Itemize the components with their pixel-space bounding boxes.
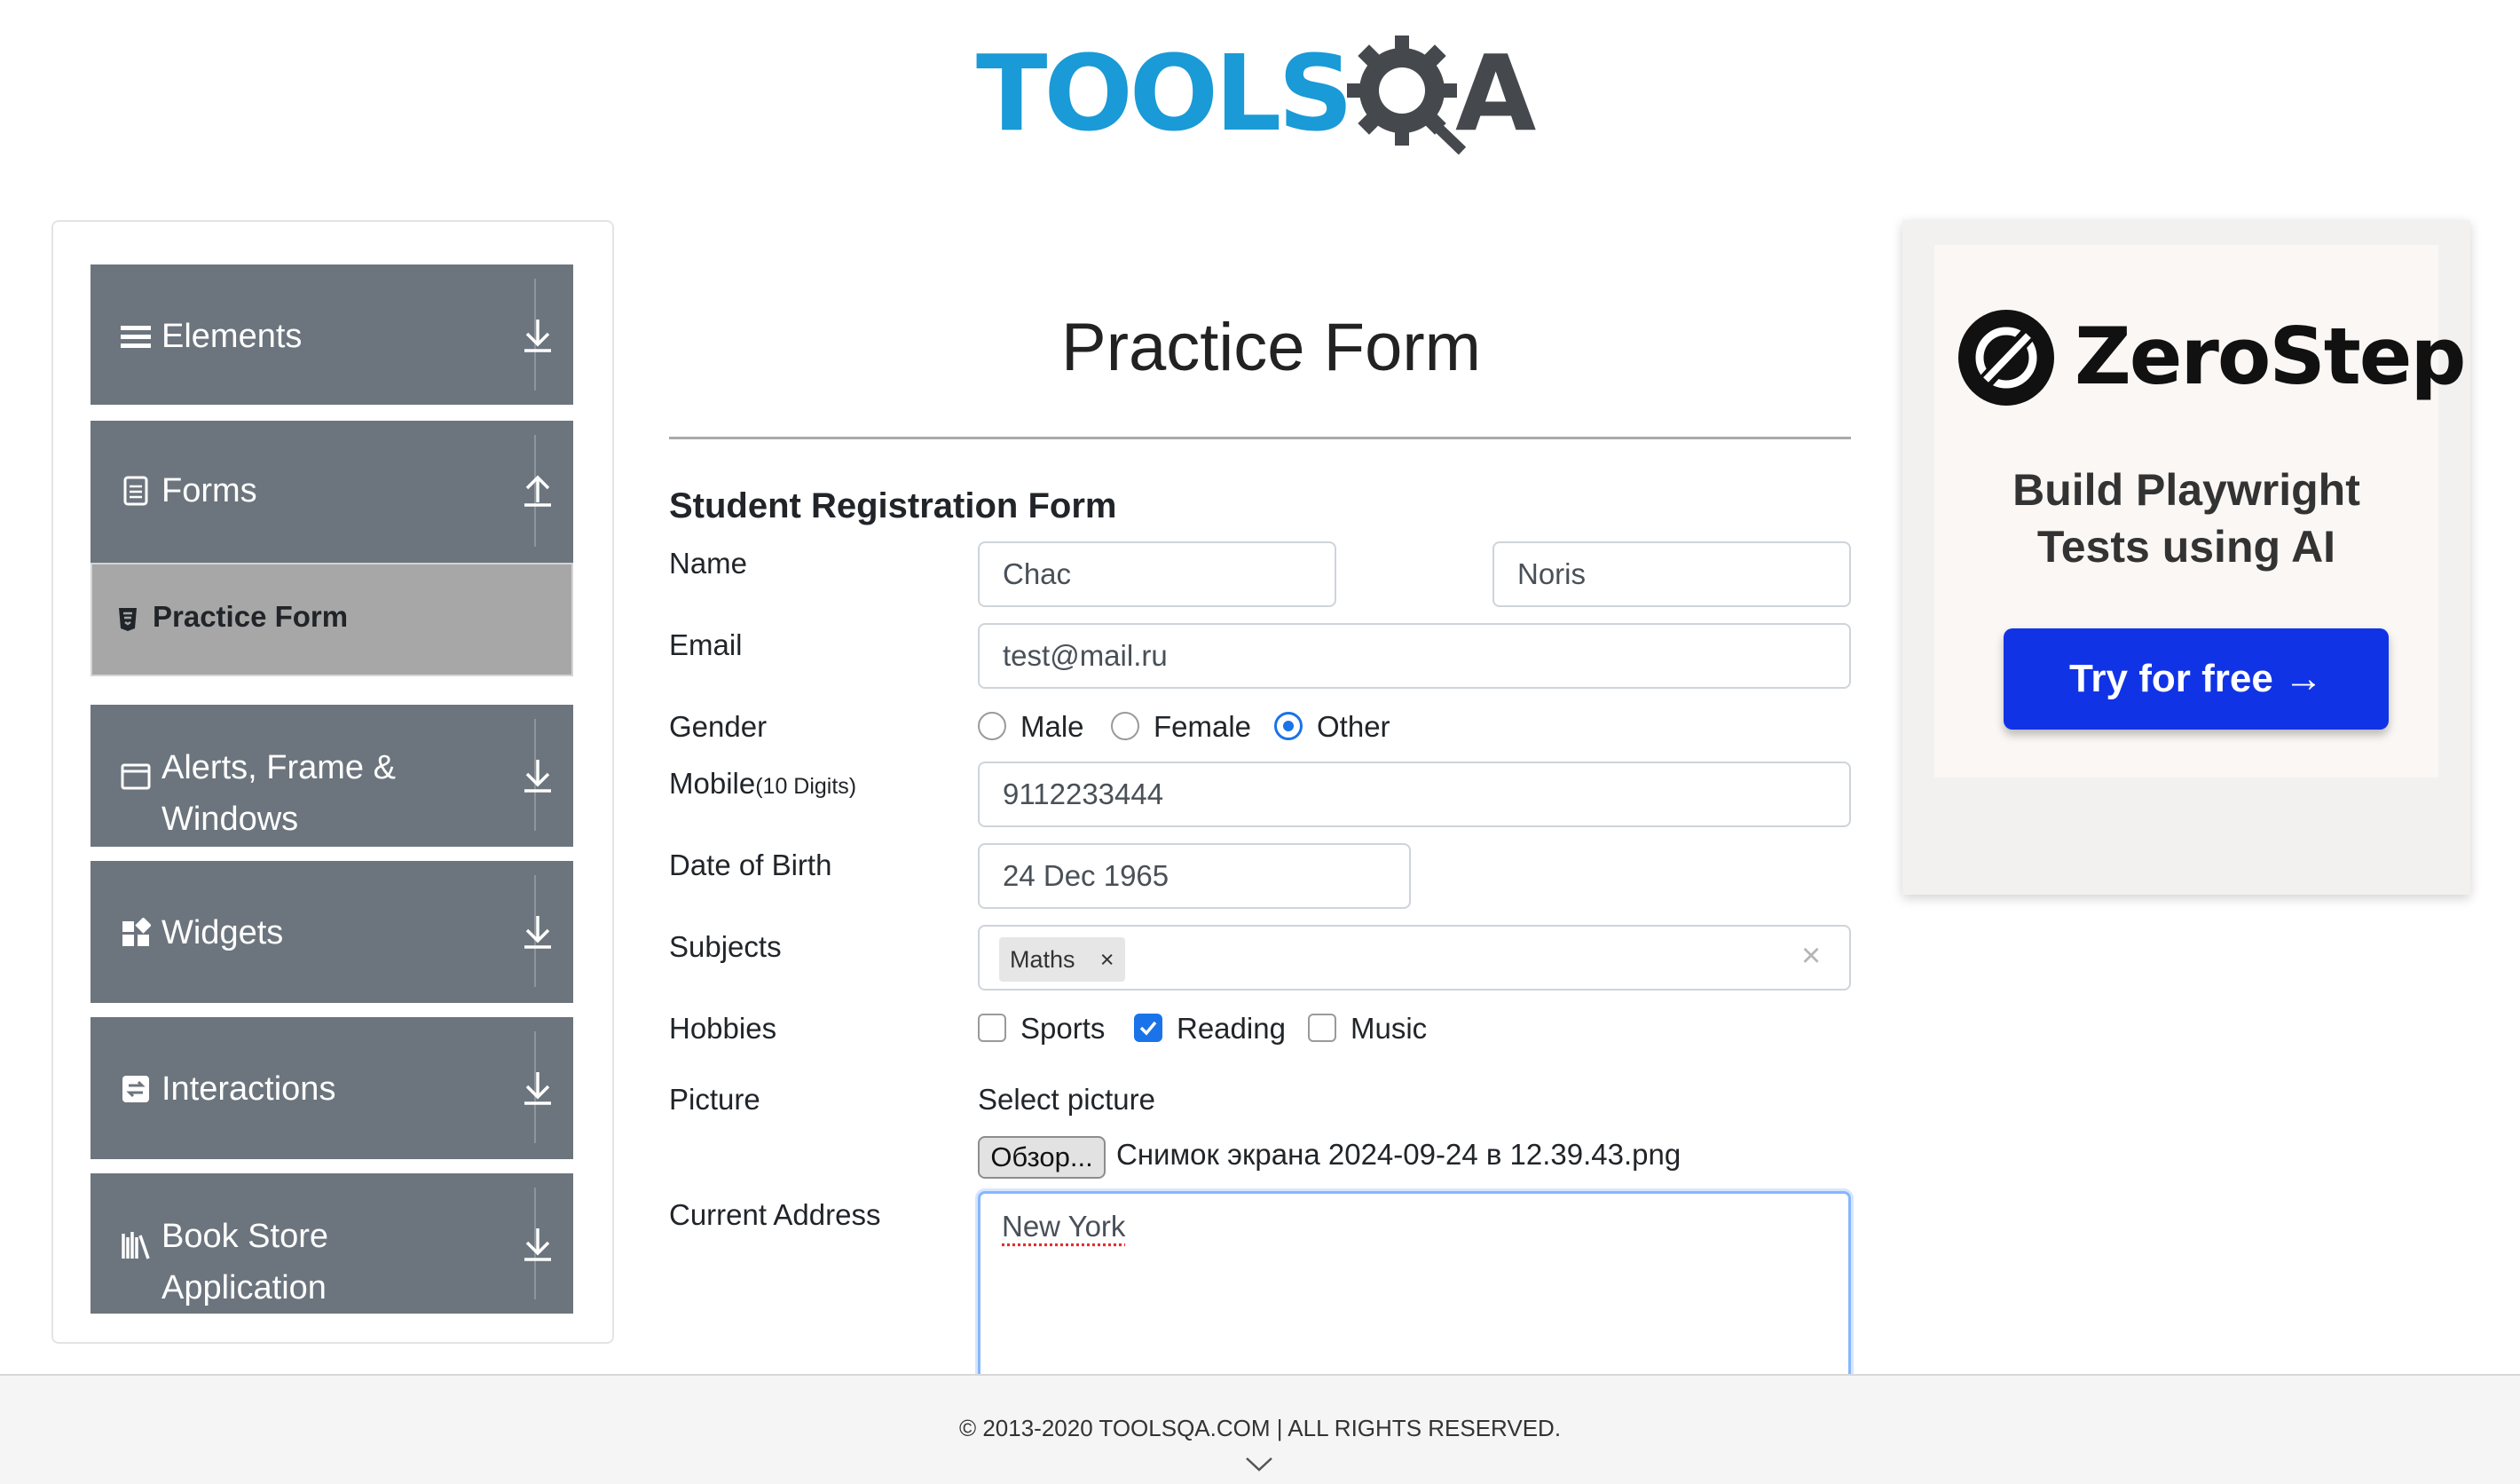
sidebar-group-forms[interactable]: Forms — [91, 421, 573, 563]
mobile-label: Mobile(10 Digits) — [669, 767, 856, 801]
remove-chip-icon[interactable]: × — [1100, 937, 1114, 982]
left-sidebar: Elements Forms Practice Form Alerts, Fra… — [51, 220, 614, 1344]
chevron-down-icon[interactable] — [1244, 1456, 1274, 1473]
mobile-input[interactable]: 9112233444 — [978, 762, 1851, 827]
window-icon — [121, 763, 151, 790]
sidebar-group-alerts-frame-windows[interactable]: Alerts, Frame & Windows — [91, 705, 573, 847]
download-arrow-icon[interactable] — [522, 1070, 554, 1106]
sidebar-group-label: Interactions — [161, 1070, 336, 1108]
hobby-sports-checkbox[interactable] — [978, 1014, 1006, 1042]
page-title: Practice Form — [1061, 310, 1481, 385]
gender-female-radio[interactable] — [1111, 712, 1139, 740]
download-arrow-icon[interactable] — [522, 1227, 554, 1262]
copyright-text: © 2013-2020 TOOLSQA.COM | ALL RIGHTS RES… — [958, 1415, 1562, 1441]
document-icon — [123, 476, 148, 506]
sidebar-group-label: Alerts, Frame & — [161, 749, 396, 786]
ad-tagline: Build Playwright Tests using AI — [1902, 462, 2470, 575]
current-address-value: New York — [1002, 1210, 1126, 1243]
download-arrow-icon[interactable] — [522, 914, 554, 950]
hobby-music-label[interactable]: Music — [1351, 1012, 1427, 1046]
mobile-hint: (10 Digits) — [755, 774, 857, 799]
sidebar-group-interactions[interactable]: Interactions — [91, 1017, 573, 1159]
hobbies-label: Hobbies — [669, 1012, 777, 1045]
selected-file-name: Снимок экрана 2024-09-24 в 12.39.43.png — [1116, 1138, 1681, 1171]
try-for-free-button[interactable]: Try for free → — [2004, 628, 2389, 730]
upload-arrow-icon[interactable] — [522, 472, 554, 508]
gender-other-label[interactable]: Other — [1317, 710, 1390, 744]
zerostep-ad[interactable]: ZeroStep Build Playwright Tests using AI… — [1902, 220, 2470, 895]
clear-subjects-icon[interactable]: × — [1801, 937, 1821, 975]
gender-other-radio[interactable] — [1274, 712, 1303, 740]
sidebar-group-label-line2: Windows — [161, 801, 299, 838]
title-divider — [669, 437, 1851, 439]
sidebar-group-label-line2: Application — [161, 1269, 327, 1306]
dob-label: Date of Birth — [669, 849, 832, 881]
sidebar-item-practice-form[interactable]: Practice Form — [91, 563, 573, 676]
first-name-input[interactable]: Chac — [978, 541, 1336, 607]
form-subtitle: Student Registration Form — [669, 486, 1117, 525]
subject-chip-label: Maths — [1010, 946, 1075, 973]
sidebar-item-label: Practice Form — [153, 600, 349, 633]
last-name-input[interactable]: Noris — [1492, 541, 1851, 607]
gender-male-radio[interactable] — [978, 712, 1006, 740]
interactions-icon — [122, 1076, 149, 1102]
hobby-music-checkbox[interactable] — [1308, 1014, 1336, 1042]
sidebar-group-label: Elements — [161, 318, 303, 355]
current-address-textarea[interactable]: New York — [978, 1191, 1851, 1386]
subject-chip: Maths × — [999, 937, 1125, 982]
hobby-reading-checkbox[interactable] — [1134, 1014, 1162, 1042]
footer: © 2013-2020 TOOLSQA.COM | ALL RIGHTS RES… — [0, 1374, 2520, 1484]
hobby-reading-label[interactable]: Reading — [1177, 1012, 1286, 1046]
picture-label: Picture — [669, 1083, 760, 1116]
hobby-sports-label[interactable]: Sports — [1020, 1012, 1105, 1046]
zerostep-logo-icon — [1958, 310, 2054, 406]
html5-icon — [119, 608, 137, 631]
mobile-label-text: Mobile — [669, 767, 756, 800]
browse-file-button[interactable]: Обзор... — [978, 1136, 1106, 1179]
toolsqa-logo[interactable]: TOOLS A — [976, 25, 1553, 167]
sidebar-group-elements[interactable]: Elements — [91, 264, 573, 405]
logo-a-text: A — [1455, 32, 1537, 154]
sidebar-group-widgets[interactable]: Widgets — [91, 861, 573, 1003]
download-arrow-icon[interactable] — [522, 318, 554, 353]
email-label: Email — [669, 628, 743, 661]
email-input[interactable]: test@mail.ru — [978, 623, 1851, 689]
sidebar-group-label: Book Store — [161, 1218, 328, 1255]
ad-brand: ZeroStep — [2075, 311, 2466, 402]
ad-tagline-line1: Build Playwright — [2012, 465, 2360, 515]
logo-tools-text: TOOLS — [976, 32, 1353, 154]
sidebar-group-label: Forms — [161, 472, 257, 509]
select-picture-label: Select picture — [978, 1083, 1155, 1116]
gender-label: Gender — [669, 710, 768, 743]
books-icon — [122, 1232, 150, 1259]
subjects-label: Subjects — [669, 930, 782, 963]
widgets-icon — [122, 918, 151, 946]
sidebar-group-book-store[interactable]: Book Store Application — [91, 1173, 573, 1314]
gender-male-label[interactable]: Male — [1020, 710, 1084, 744]
ad-tagline-line2: Tests using AI — [2036, 522, 2336, 572]
name-label: Name — [669, 547, 748, 580]
address-label: Current Address — [669, 1198, 881, 1231]
download-arrow-icon[interactable] — [522, 758, 554, 793]
date-of-birth-input[interactable]: 24 Dec 1965 — [978, 843, 1411, 909]
checkmark-icon — [1139, 1021, 1157, 1036]
hamburger-icon — [121, 326, 151, 348]
gender-female-label[interactable]: Female — [1154, 710, 1251, 744]
sidebar-group-label: Widgets — [161, 914, 284, 951]
